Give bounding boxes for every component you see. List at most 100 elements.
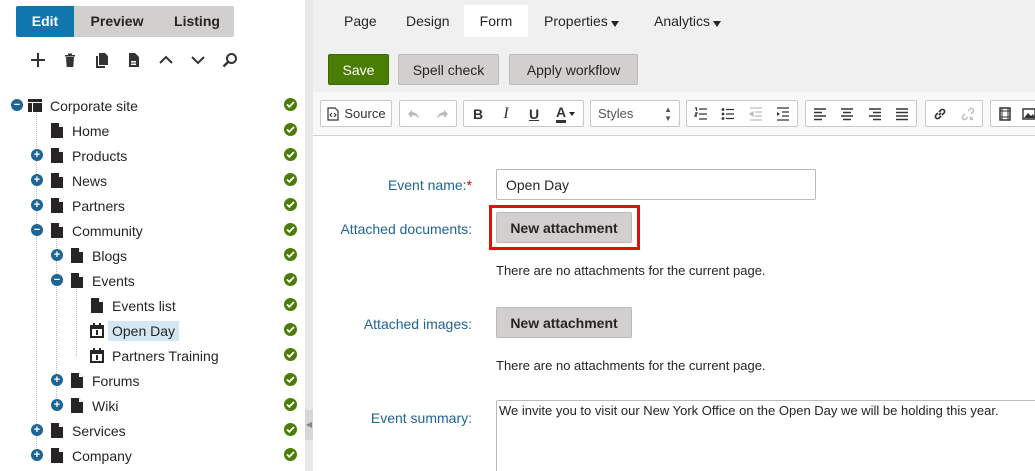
undo-icon[interactable]: [400, 101, 428, 126]
unlink-icon[interactable]: [954, 101, 982, 126]
tree-node[interactable]: Open Day: [0, 318, 305, 343]
no-documents-message: There are no attachments for the current…: [496, 263, 766, 278]
collapse-handle-icon[interactable]: ◀: [305, 410, 313, 440]
expand-icon[interactable]: +: [31, 174, 43, 186]
delete-icon[interactable]: [54, 50, 86, 70]
tab-analytics[interactable]: Analytics: [654, 5, 722, 37]
bold-icon[interactable]: B: [464, 101, 492, 126]
tree-node[interactable]: + Products: [0, 143, 305, 168]
mode-tabs: Edit Preview Listing: [16, 6, 234, 37]
tree-node[interactable]: + Blogs: [0, 243, 305, 268]
published-check-icon: [284, 423, 297, 436]
italic-icon[interactable]: I: [492, 101, 520, 126]
tree-node-label[interactable]: News: [68, 171, 111, 191]
collapse-icon[interactable]: −: [51, 274, 63, 286]
align-left-icon[interactable]: [806, 101, 834, 126]
tree-node-label[interactable]: Company: [68, 446, 136, 466]
justify-icon[interactable]: [889, 101, 917, 126]
page-icon: [70, 248, 84, 263]
tree-node[interactable]: + Wiki: [0, 393, 305, 418]
page-icon: [70, 398, 84, 413]
content-tree-panel: Edit Preview Listing − Corporate site Home…: [0, 0, 305, 471]
site-icon: [28, 98, 42, 113]
source-label: Source: [344, 106, 386, 121]
expand-icon[interactable]: +: [51, 399, 63, 411]
tree-node-label[interactable]: Home: [68, 121, 113, 141]
event-summary-label: Event summary:: [370, 410, 472, 426]
collapse-icon[interactable]: −: [11, 99, 23, 111]
search-icon[interactable]: [214, 50, 246, 70]
tree-node[interactable]: Events list: [0, 293, 305, 318]
tree-node[interactable]: Partners Training: [0, 343, 305, 368]
tab-properties[interactable]: Properties: [544, 5, 619, 37]
tree-node[interactable]: + Services: [0, 418, 305, 443]
spell-check-button[interactable]: Spell check: [398, 54, 499, 85]
tab-listing[interactable]: Listing: [160, 6, 234, 37]
numbered-list-icon[interactable]: [687, 101, 715, 126]
tree-node-label[interactable]: Wiki: [88, 396, 122, 416]
tree-node[interactable]: − Corporate site: [0, 93, 305, 118]
save-button[interactable]: Save: [328, 54, 389, 85]
move-icon[interactable]: [118, 50, 150, 70]
tree-node-label[interactable]: Community: [68, 221, 147, 241]
indent-icon[interactable]: [770, 101, 798, 126]
tree-node[interactable]: − Events: [0, 268, 305, 293]
tab-form[interactable]: Form: [464, 5, 528, 37]
event-name-input[interactable]: [496, 169, 816, 200]
no-images-message: There are no attachments for the current…: [496, 358, 766, 373]
event-name-label: Event name:*: [388, 177, 472, 193]
align-center-icon[interactable]: [834, 101, 862, 126]
text-color-icon[interactable]: A: [548, 101, 583, 126]
tree-node-label[interactable]: Events: [88, 271, 139, 291]
media-icon[interactable]: [991, 101, 1018, 126]
media-group: [990, 100, 1035, 127]
tree-node-label[interactable]: Products: [68, 146, 131, 166]
tree-node-label[interactable]: Open Day: [108, 321, 180, 341]
event-summary-textarea[interactable]: We invite you to visit our New York Offi…: [496, 400, 1035, 471]
chevron-up-icon[interactable]: [150, 50, 182, 70]
chevron-down-icon[interactable]: [182, 50, 214, 70]
image-icon[interactable]: [1018, 101, 1035, 126]
expand-icon[interactable]: +: [31, 424, 43, 436]
tab-preview[interactable]: Preview: [74, 6, 160, 37]
tree-node-label[interactable]: Services: [68, 421, 130, 441]
published-check-icon: [284, 173, 297, 186]
outdent-icon[interactable]: [742, 101, 770, 126]
tree-node[interactable]: Home: [0, 118, 305, 143]
expand-icon[interactable]: +: [31, 199, 43, 211]
tree-node[interactable]: − Community: [0, 218, 305, 243]
align-right-icon[interactable]: [861, 101, 889, 126]
tree-node[interactable]: + Forums: [0, 368, 305, 393]
add-icon[interactable]: [22, 50, 54, 70]
collapse-icon[interactable]: −: [31, 224, 43, 236]
published-check-icon: [284, 223, 297, 236]
source-icon: [327, 106, 339, 121]
source-button[interactable]: Source: [321, 101, 391, 126]
tab-design[interactable]: Design: [406, 5, 450, 37]
link-icon[interactable]: [926, 101, 954, 126]
tree-node-label[interactable]: Partners: [68, 196, 129, 216]
tab-page[interactable]: Page: [344, 5, 377, 37]
panel-splitter[interactable]: ◀: [305, 0, 313, 471]
bulleted-list-icon[interactable]: [715, 101, 743, 126]
undo-redo-group: [399, 100, 457, 127]
tab-edit[interactable]: Edit: [16, 6, 74, 37]
tree-node-label[interactable]: Corporate site: [46, 96, 142, 116]
tree-node[interactable]: + Company: [0, 443, 305, 468]
expand-icon[interactable]: +: [51, 374, 63, 386]
tree-node-label[interactable]: Forums: [88, 371, 143, 391]
expand-icon[interactable]: +: [31, 449, 43, 461]
redo-icon[interactable]: [428, 101, 456, 126]
tree-node[interactable]: + News: [0, 168, 305, 193]
expand-icon[interactable]: +: [31, 149, 43, 161]
apply-workflow-button[interactable]: Apply workflow: [509, 54, 638, 85]
tree-node-label[interactable]: Partners Training: [108, 346, 223, 366]
new-attachment-images-button[interactable]: New attachment: [496, 307, 632, 338]
underline-icon[interactable]: U: [520, 101, 548, 126]
copy-icon[interactable]: [86, 50, 118, 70]
tree-node-label[interactable]: Blogs: [88, 246, 131, 266]
tree-node-label[interactable]: Events list: [108, 296, 180, 316]
expand-icon[interactable]: +: [51, 249, 63, 261]
styles-select[interactable]: Styles ▲ ▼: [590, 100, 680, 127]
tree-node[interactable]: + Partners: [0, 193, 305, 218]
